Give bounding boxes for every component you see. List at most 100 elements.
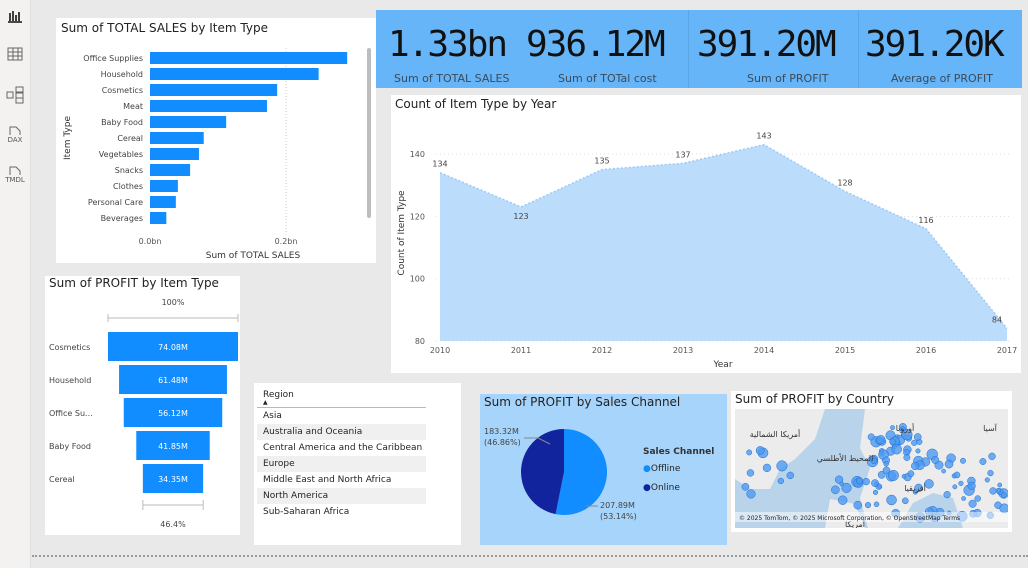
bar-chart: Office Supplies Household Cosmetics Meat Bab… <box>63 48 348 261</box>
region-item[interactable]: Asia <box>257 408 426 424</box>
legend-title: Sales Channel <box>643 447 715 457</box>
bar <box>150 148 199 160</box>
dax-query-icon[interactable]: DAX <box>4 124 26 146</box>
category-label: Household <box>49 376 91 385</box>
chart-title: Sum of PROFIT by Country <box>735 392 894 406</box>
value-label: 34.35M <box>158 475 188 484</box>
country-bubble <box>889 438 896 445</box>
category-label: Cosmetics <box>102 86 143 95</box>
country-bubble <box>974 495 981 502</box>
tmdl-view-icon[interactable]: TMDL <box>4 164 26 186</box>
value-label: 74.08M <box>158 343 188 352</box>
country-bubble <box>762 463 772 472</box>
country-bubble <box>867 433 875 441</box>
pie-slice-online <box>521 429 564 515</box>
country-bubble <box>886 494 897 506</box>
country-bubble <box>882 466 891 475</box>
bar <box>150 196 176 208</box>
model-view-icon[interactable] <box>4 84 26 106</box>
country-bubble <box>967 481 976 491</box>
category-label: Beverages <box>101 214 143 223</box>
category-label: Cosmetics <box>49 343 90 352</box>
bar <box>150 132 204 144</box>
country-bubble <box>979 458 987 465</box>
country-bubble <box>997 482 1003 488</box>
scrollbar[interactable] <box>367 48 371 218</box>
country-bubble <box>968 499 977 508</box>
kpi-sum-profit[interactable]: 391.20M Sum of PROFIT <box>688 10 858 88</box>
sales-by-item-type-card[interactable]: Sum of TOTAL SALES by Item Type Office S… <box>56 18 376 263</box>
data-label: 137 <box>675 150 690 159</box>
country-bubble <box>864 502 872 509</box>
country-bubble <box>872 489 879 495</box>
region-list: Asia Australia and Oceania Central America… <box>257 407 426 520</box>
legend-item-online[interactable]: ●Online <box>643 483 680 493</box>
report-view-icon[interactable] <box>4 5 26 27</box>
country-bubble <box>853 500 863 510</box>
country-bubble <box>960 457 966 464</box>
bar <box>150 68 319 80</box>
bar <box>150 116 227 128</box>
region-item[interactable]: Middle East and North Africa <box>257 472 426 488</box>
x-tick: 0.2bn <box>275 237 298 246</box>
legend-item-offline[interactable]: ●Offline <box>643 464 680 474</box>
region-item[interactable]: Sub-Saharan Africa <box>257 504 426 520</box>
profit-by-channel-card[interactable]: Sum of PROFIT by Sales Channel 183.32M (4… <box>480 394 727 545</box>
country-bubble <box>777 477 785 485</box>
data-label: (46.86%) <box>484 438 521 447</box>
country-bubble <box>995 487 1002 494</box>
category-label: Cereal <box>49 475 75 484</box>
country-bubble <box>907 470 915 478</box>
country-bubble <box>943 491 951 499</box>
kpi-value: 391.20K <box>865 24 1005 65</box>
funnel-chart: 100% 74.08M Cosmetics 61.48M Household 56.12M… <box>49 298 239 529</box>
table-view-icon[interactable] <box>4 43 26 65</box>
data-label: 123 <box>513 212 528 221</box>
x-axis-title: Sum of TOTAL SALES <box>206 251 301 261</box>
data-label: (53.14%) <box>600 512 637 521</box>
country-bubble <box>987 469 994 477</box>
x-tick: 2014 <box>754 346 774 355</box>
country-bubble <box>755 446 765 455</box>
region-item[interactable]: Central America and the Caribbean <box>257 440 426 456</box>
page-divider <box>32 555 1028 557</box>
country-bubble <box>838 495 848 505</box>
x-tick: 2013 <box>673 346 693 355</box>
legend-label: Offline <box>650 464 681 474</box>
country-bubble <box>953 471 961 479</box>
country-bubble <box>999 503 1008 514</box>
bar <box>150 164 191 176</box>
country-bubble <box>944 459 954 469</box>
sort-ascending-icon[interactable]: ▲ <box>263 399 268 406</box>
country-bubble <box>924 479 934 489</box>
y-axis-title: Count of Item Type <box>397 190 407 276</box>
profit-funnel-card[interactable]: Sum of PROFIT by Item Type 100% 74.08M Cos… <box>45 276 240 535</box>
country-bubble <box>911 439 918 446</box>
view-rail: DAX TMDL <box>0 0 31 568</box>
y-tick: 80 <box>415 337 425 346</box>
region-item[interactable]: North America <box>257 488 426 504</box>
region-item[interactable]: Europe <box>257 456 426 472</box>
kpi-total-sales[interactable]: 1.33bn Sum of TOTAL SALES <box>376 10 536 88</box>
kpi-total-cost[interactable]: 936.12M Sum of TOTal cost <box>526 10 688 88</box>
y-tick: 120 <box>410 212 425 221</box>
map[interactable]: أمريكا الشمالية المحيط الأطلسي أوروبا آسيا أ… <box>735 409 1008 528</box>
region-item[interactable]: Australia and Oceania <box>257 424 426 440</box>
country-bubble <box>941 468 946 474</box>
country-bubble <box>988 452 996 461</box>
count-by-year-card[interactable]: Count of Item Type by Year 80 100 120 140 13… <box>391 95 1021 373</box>
y-tick: 100 <box>410 275 425 284</box>
tmdl-label: TMDL <box>5 176 25 184</box>
kpi-label: Sum of PROFIT <box>747 72 829 85</box>
map-label: أوروبا <box>896 423 914 433</box>
kpi-average-profit[interactable]: 391.20K Average of PROFIT <box>858 10 1022 88</box>
category-label: Snacks <box>115 166 143 175</box>
kpi-label: Sum of TOTal cost <box>558 72 657 85</box>
data-label: 183.32M <box>484 427 519 436</box>
profit-by-country-card[interactable]: Sum of PROFIT by Country أمريكا الشمالية… <box>731 391 1012 532</box>
map-label: أفريقيا <box>904 483 926 493</box>
y-tick: 140 <box>410 150 425 159</box>
kpi-value: 391.20M <box>697 24 837 65</box>
category-label: Office Su... <box>49 409 93 418</box>
region-slicer[interactable]: Region ▲ Asia Australia and Oceania Centra… <box>254 383 461 545</box>
